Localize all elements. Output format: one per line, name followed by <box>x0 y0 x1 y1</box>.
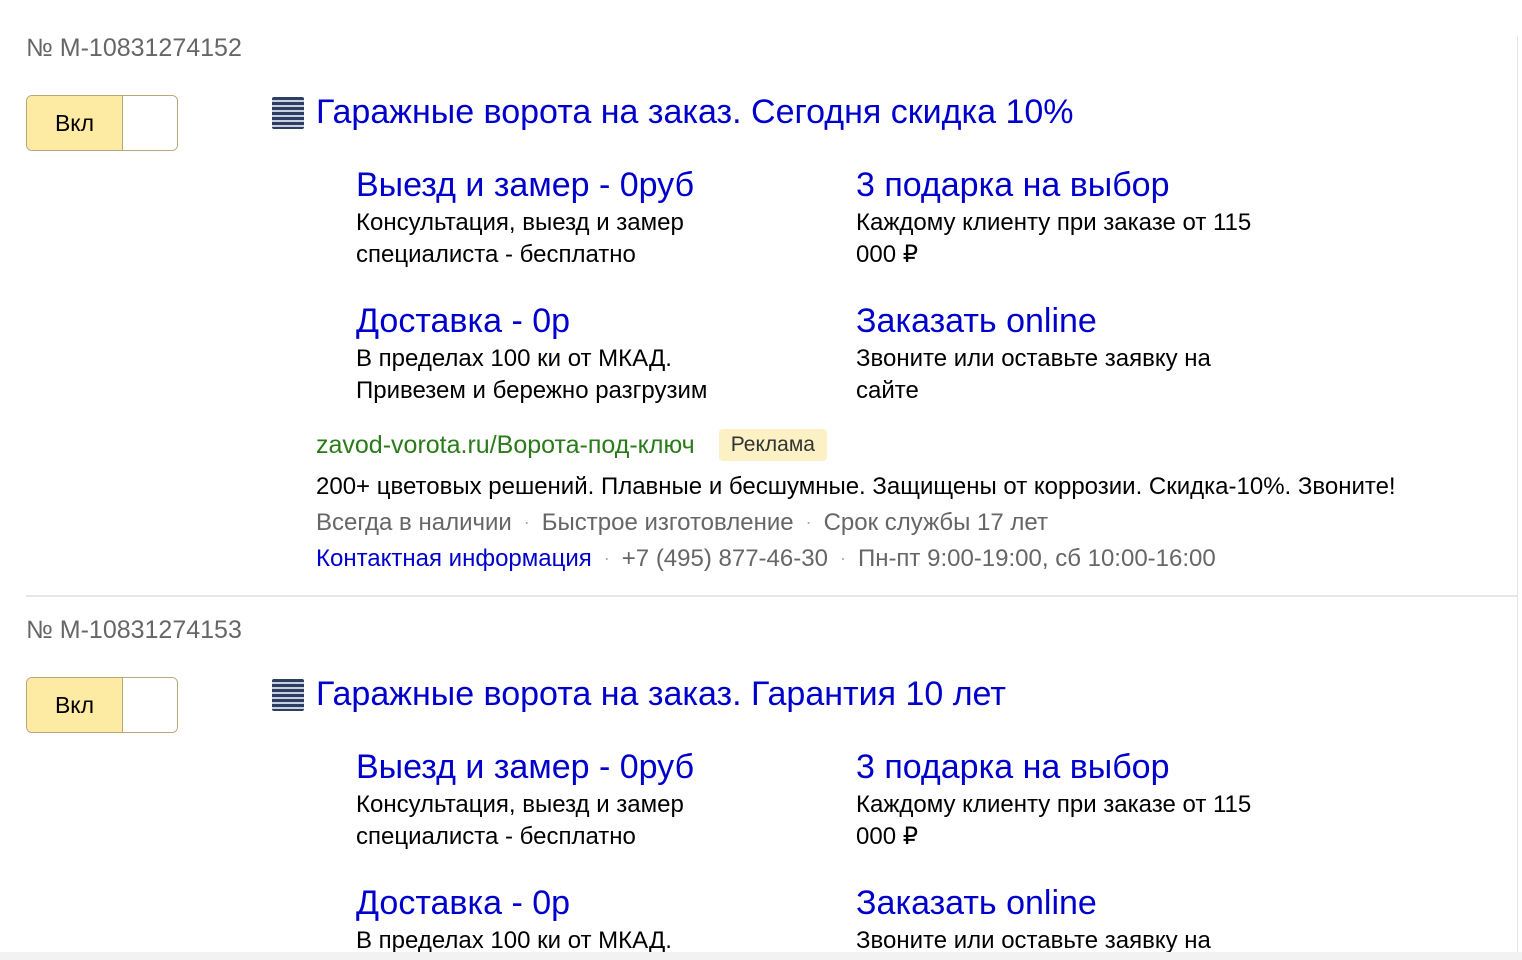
page: № M-10831274152 Вкл Гаражные ворота на з… <box>0 0 1522 960</box>
ad-badge: Реклама <box>718 429 827 461</box>
ad-number: № M-10831274152 <box>26 34 242 62</box>
ad-url-link[interactable]: zavod-vorota.ru/Ворота-под-ключ <box>316 429 695 461</box>
ad-url-row: zavod-vorota.ru/Ворота-под-ключ Реклама <box>316 429 827 461</box>
toggle-on-label: Вкл <box>27 96 123 150</box>
sitelink: Доставка - 0р В пределах 100 ки от МКАД.… <box>356 301 776 407</box>
sitelink-description: Звоните или оставьте заявку на сайте <box>856 345 1211 404</box>
sitelink-title-link[interactable]: Заказать online <box>856 301 1276 341</box>
sitelink-title-link[interactable]: Выезд и замер - 0руб <box>356 165 776 205</box>
toggle-on-label: Вкл <box>27 678 123 732</box>
callout: Всегда в наличии <box>316 509 512 536</box>
sitelink-title-link[interactable]: Доставка - 0р <box>356 883 776 923</box>
sitelink-description: Консультация, выезд и замер специалиста … <box>356 791 684 850</box>
separator: · <box>839 548 846 568</box>
separator: · <box>603 548 610 568</box>
sitelink-title-link[interactable]: Заказать online <box>856 883 1276 923</box>
scrollbar-edge <box>1517 36 1518 960</box>
ad-title-link[interactable]: Гаражные ворота на заказ. Сегодня скидка… <box>316 91 1074 133</box>
sitelink: 3 подарка на выбор Каждому клиенту при з… <box>856 747 1276 853</box>
contact-phone: +7 (495) 877-46-30 <box>621 545 828 572</box>
contact-info-link[interactable]: Контактная информация <box>316 545 592 572</box>
ad-toggle[interactable]: Вкл <box>26 95 178 151</box>
toggle-knob <box>123 96 177 150</box>
sitelink-title-link[interactable]: 3 подарка на выбор <box>856 747 1276 787</box>
sitelink-description: В пределах 100 ки от МКАД. Привезем и бе… <box>356 345 708 404</box>
ad-callouts: Всегда в наличии · Быстрое изготовление · Ср… <box>316 507 1048 540</box>
sitelink: Выезд и замер - 0руб Консультация, выезд… <box>356 165 776 271</box>
sitelink-title-link[interactable]: Доставка - 0р <box>356 301 776 341</box>
bottom-bar <box>0 952 1522 960</box>
sitelink: 3 подарка на выбор Каждому клиенту при з… <box>856 165 1276 271</box>
ad-number: № M-10831274153 <box>26 616 242 644</box>
sitelink: Заказать online Звоните или оставьте зая… <box>856 301 1276 407</box>
sitelink-title-link[interactable]: 3 подарка на выбор <box>856 165 1276 205</box>
sitelink-description: Каждому клиенту при заказе от 115 000 ₽ <box>856 209 1252 268</box>
sitelink: Доставка - 0р В пределах 100 ки от МКАД. <box>356 883 776 957</box>
ad-contacts: Контактная информация · +7 (495) 877-46-30… <box>316 543 1216 576</box>
ad-toggle[interactable]: Вкл <box>26 677 178 733</box>
sitelink-title-link[interactable]: Выезд и замер - 0руб <box>356 747 776 787</box>
striped-logo-icon <box>272 679 304 711</box>
ad-text: 200+ цветовых решений. Плавные и бесшумн… <box>316 473 1396 500</box>
callout: Быстрое изготовление <box>541 509 794 536</box>
ad-divider <box>26 595 1517 597</box>
toggle-knob <box>123 678 177 732</box>
separator: · <box>805 512 812 532</box>
sitelink-description: Каждому клиенту при заказе от 115 000 ₽ <box>856 791 1252 850</box>
sitelink: Заказать online Звоните или оставьте зая… <box>856 883 1276 957</box>
sitelink-description: Консультация, выезд и замер специалиста … <box>356 209 684 268</box>
contact-hours: Пн-пт 9:00-19:00, сб 10:00-16:00 <box>857 545 1216 572</box>
striped-logo-icon <box>272 97 304 129</box>
ad-title-link[interactable]: Гаражные ворота на заказ. Гарантия 10 ле… <box>316 673 1006 715</box>
callout: Срок службы 17 лет <box>823 509 1048 536</box>
sitelink: Выезд и замер - 0руб Консультация, выезд… <box>356 747 776 853</box>
separator: · <box>523 512 530 532</box>
